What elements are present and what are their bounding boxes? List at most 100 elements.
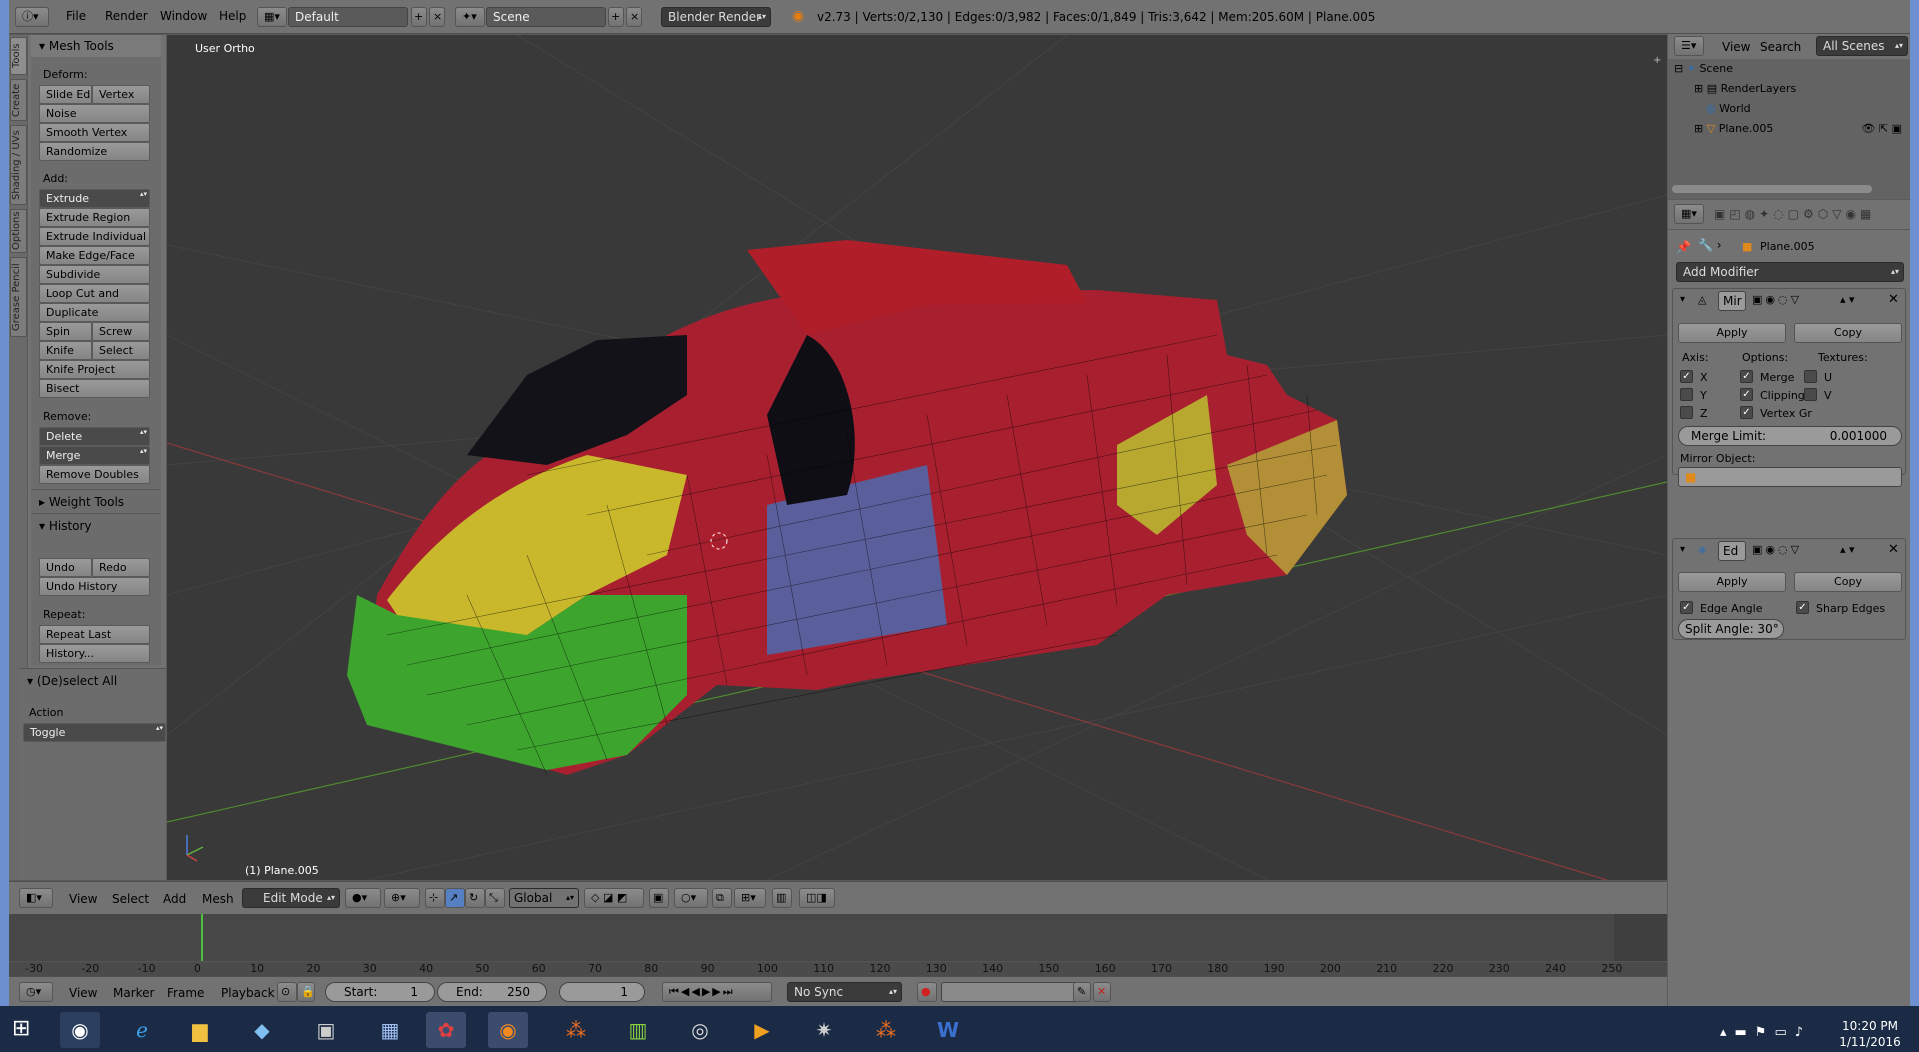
proportional-edit-button[interactable]: ○▾ [674, 888, 708, 908]
outliner-editor-type-button[interactable]: ☰▾ [1674, 36, 1704, 56]
media-player-icon[interactable]: ▶ [742, 1012, 782, 1048]
smooth-vertex-button[interactable]: Smooth Vertex [39, 123, 150, 142]
history-menu-button[interactable]: History... [39, 644, 150, 663]
merge-dropdown[interactable]: Merge [39, 446, 150, 465]
mirror-object-field[interactable]: ■ [1678, 467, 1902, 487]
visibility-icons[interactable]: 👁 ⇱ ▣ [1861, 119, 1902, 139]
bisect-button[interactable]: Bisect [39, 379, 150, 398]
extrude-individual-button[interactable]: Extrude Individual [39, 227, 150, 246]
mirror-copy-button[interactable]: Copy [1794, 323, 1902, 343]
move-up-down-icons[interactable]: ▴ ▾ [1840, 543, 1855, 556]
noise-button[interactable]: Noise [39, 104, 150, 123]
outliner-menu-view[interactable]: View [1722, 40, 1750, 54]
merge-checkbox[interactable]: ✓ [1740, 370, 1753, 383]
menu-playback[interactable]: Playback [221, 986, 275, 1000]
add-modifier-dropdown[interactable]: Add Modifier ▴▾ [1676, 262, 1904, 282]
tab-tools[interactable]: Tools [10, 37, 27, 75]
knife-project-button[interactable]: Knife Project [39, 360, 150, 379]
blender-taskbar-icon[interactable]: ◉ [488, 1012, 528, 1048]
scale-icon[interactable]: ⤡ [485, 888, 505, 908]
menu-render[interactable]: Render [105, 9, 148, 23]
menu-file[interactable]: File [66, 9, 86, 23]
edge-split-copy-button[interactable]: Copy [1794, 572, 1902, 592]
viewport-expand-icon[interactable]: + [1653, 55, 1661, 66]
limit-selection-icon[interactable]: ▣ [649, 888, 669, 908]
mirror-apply-button[interactable]: Apply [1678, 323, 1786, 343]
layout-close-icon[interactable]: × [429, 7, 445, 27]
layout-add-icon[interactable]: + [411, 7, 427, 27]
steam-icon[interactable]: ◎ [680, 1012, 720, 1048]
app-icon[interactable]: ▥ [618, 1012, 658, 1048]
start-frame-field[interactable]: Start: 1 [325, 982, 435, 1002]
undo-button[interactable]: Undo [39, 558, 92, 577]
axis-z-checkbox[interactable] [1680, 406, 1693, 419]
subdivide-button[interactable]: Subdivide [39, 265, 150, 284]
delete-keyframe-icon[interactable]: ✕ [1093, 982, 1111, 1002]
outliner-item-world[interactable]: ◍ World [1668, 99, 1910, 119]
move-up-down-icons[interactable]: ▴ ▾ [1840, 293, 1855, 306]
edge-split-apply-button[interactable]: Apply [1678, 572, 1786, 592]
render-engine-selector[interactable]: Blender Render ▴▾ [661, 7, 771, 27]
modifier-display-icons[interactable]: ▣◉◌▽ [1752, 543, 1802, 556]
outliner-scrollbar[interactable] [1672, 185, 1872, 193]
pivot-button[interactable]: ⊕▾ [384, 888, 420, 908]
record-icon[interactable]: ● [917, 982, 937, 1002]
vertex-groups-checkbox[interactable]: ✓ [1740, 406, 1753, 419]
pin-icon[interactable]: 📌 [1676, 240, 1691, 254]
outliner-menu-search[interactable]: Search [1760, 40, 1801, 54]
axis-y-checkbox[interactable] [1680, 388, 1693, 401]
operator-header[interactable]: ▾ (De)select All [27, 674, 117, 688]
outliner-filter-selector[interactable]: All Scenes ▴▾ [1816, 36, 1908, 56]
menu-marker[interactable]: Marker [113, 986, 154, 1000]
slide-edge-button[interactable]: Slide Ed [39, 85, 92, 104]
axis-x-checkbox[interactable]: ✓ [1680, 370, 1693, 383]
insert-keyframe-icon[interactable]: ✎ [1073, 982, 1091, 1002]
make-edge-face-button[interactable]: Make Edge/Face [39, 246, 150, 265]
knife-select-button[interactable]: Select [92, 341, 150, 360]
clock[interactable]: 10:20 PM 1/11/2016 [1835, 1018, 1905, 1050]
keying-icon[interactable]: ⊙ [277, 982, 297, 1002]
editor-type-button[interactable]: ⓘ▾ [15, 7, 49, 27]
app-icon[interactable]: ▣ [306, 1012, 346, 1048]
extrude-dropdown[interactable]: Extrude [39, 189, 150, 208]
word-icon[interactable]: W [928, 1012, 968, 1048]
edge-angle-checkbox[interactable]: ✓ [1680, 601, 1693, 614]
select-mode-buttons[interactable]: ◇ ◪ ◩ [584, 888, 644, 908]
menu-help[interactable]: Help [219, 9, 246, 23]
clipping-checkbox[interactable]: ✓ [1740, 388, 1753, 401]
lock-icon[interactable]: 🔒 [297, 982, 315, 1002]
remove-modifier-icon[interactable]: ✕ [1888, 292, 1899, 307]
texture-u-checkbox[interactable] [1804, 370, 1817, 383]
rotate-icon[interactable]: ↻ [465, 888, 485, 908]
texture-v-checkbox[interactable] [1804, 388, 1817, 401]
app-icon[interactable]: ✿ [426, 1012, 466, 1048]
manipulator-icon[interactable]: ⊹ [425, 888, 445, 908]
spin-button[interactable]: Spin [39, 322, 92, 341]
menu-view[interactable]: View [69, 892, 97, 906]
modifier-display-icons[interactable]: ▣◉◌▽ [1752, 293, 1802, 306]
app-icon[interactable]: ◆ [242, 1012, 282, 1048]
redo-button[interactable]: Redo [92, 558, 150, 577]
delete-dropdown[interactable]: Delete [39, 427, 150, 446]
loop-cut-slide-button[interactable]: Loop Cut and Slide [39, 284, 150, 317]
mode-selector[interactable]: Edit Mode ▴▾ [242, 888, 340, 908]
menu-select[interactable]: Select [112, 892, 149, 906]
menu-window[interactable]: Window [160, 9, 207, 23]
sync-selector[interactable]: No Sync ▴▾ [787, 982, 902, 1002]
scene-icon[interactable]: ✦▾ [455, 7, 485, 27]
extrude-region-button[interactable]: Extrude Region [39, 208, 150, 227]
current-frame-field[interactable]: 1 [559, 982, 645, 1002]
app-icon[interactable]: ✷ [804, 1012, 844, 1048]
mesh-tools-title[interactable]: ▾ Mesh Tools [39, 39, 114, 53]
scene-selector[interactable]: Scene [486, 7, 606, 27]
tab-create[interactable]: Create [10, 79, 27, 121]
vertex-slide-button[interactable]: Vertex [92, 85, 150, 104]
outliner-item-renderlayers[interactable]: ⊞ ▤ RenderLayers [1668, 79, 1910, 99]
menu-frame[interactable]: Frame [167, 986, 204, 1000]
orientation-selector[interactable]: Global ▴▾ [509, 888, 579, 908]
outliner-item-plane[interactable]: ⊞ ▽ Plane.005 👁 ⇱ ▣ [1668, 119, 1910, 139]
app-icon[interactable]: ⁂ [866, 1012, 906, 1048]
viewport-editor-type-button[interactable]: ◧▾ [19, 888, 53, 908]
collapse-icon[interactable]: ▾ [1680, 544, 1685, 555]
3d-viewport[interactable]: User Ortho (1) Plane.005 + [167, 35, 1667, 880]
